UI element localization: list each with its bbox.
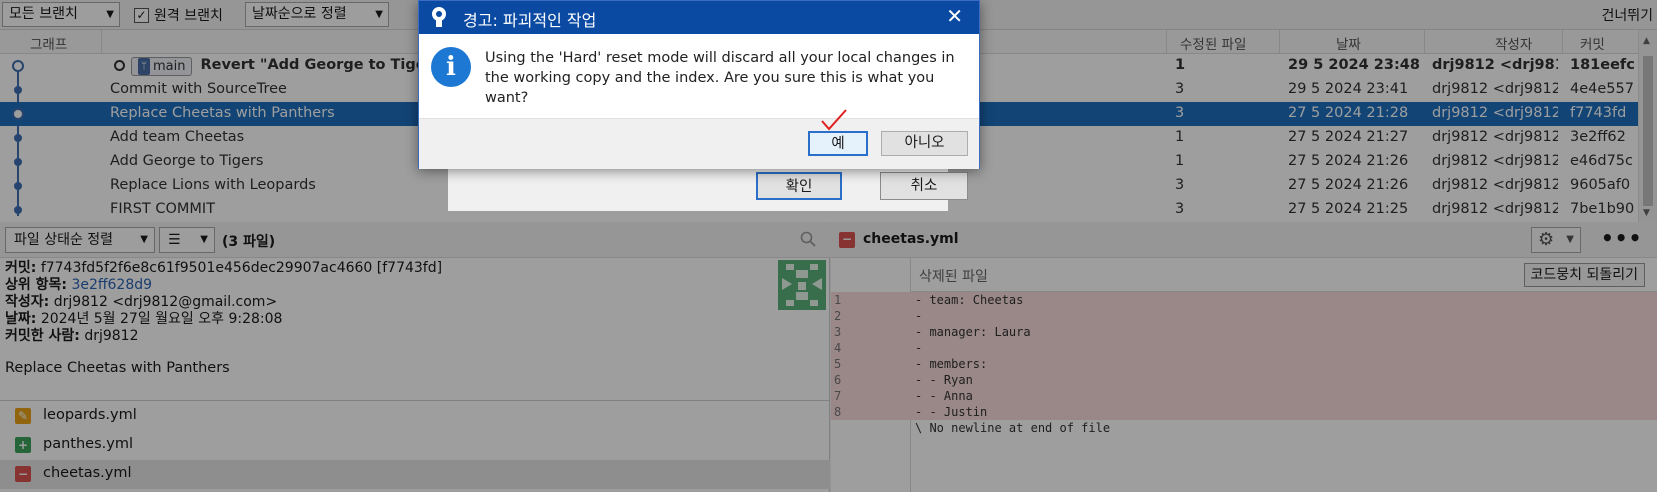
dialog-title: 경고: 파괴적인 작업 [463,11,597,30]
info-icon: i [431,47,471,87]
close-icon[interactable]: ✕ [946,4,963,28]
no-button[interactable]: 아니오 [881,131,968,156]
dialog-title-bar: 경고: 파괴적인 작업 ✕ [419,1,979,34]
dialog-message: Using the 'Hard' reset mode will discard… [485,50,955,106]
reset-cancel-button[interactable]: 취소 [880,172,968,200]
reset-ok-button[interactable]: 확인 [756,172,842,200]
dialog-footer: 예 아니오 [419,109,979,169]
yes-button[interactable]: 예 [808,131,868,156]
destructive-warning-dialog: 경고: 파괴적인 작업 ✕ i Using the 'Hard' reset m… [418,0,980,169]
sourcetree-logo-icon [432,7,446,27]
annotation-checkmark-icon [821,109,847,131]
